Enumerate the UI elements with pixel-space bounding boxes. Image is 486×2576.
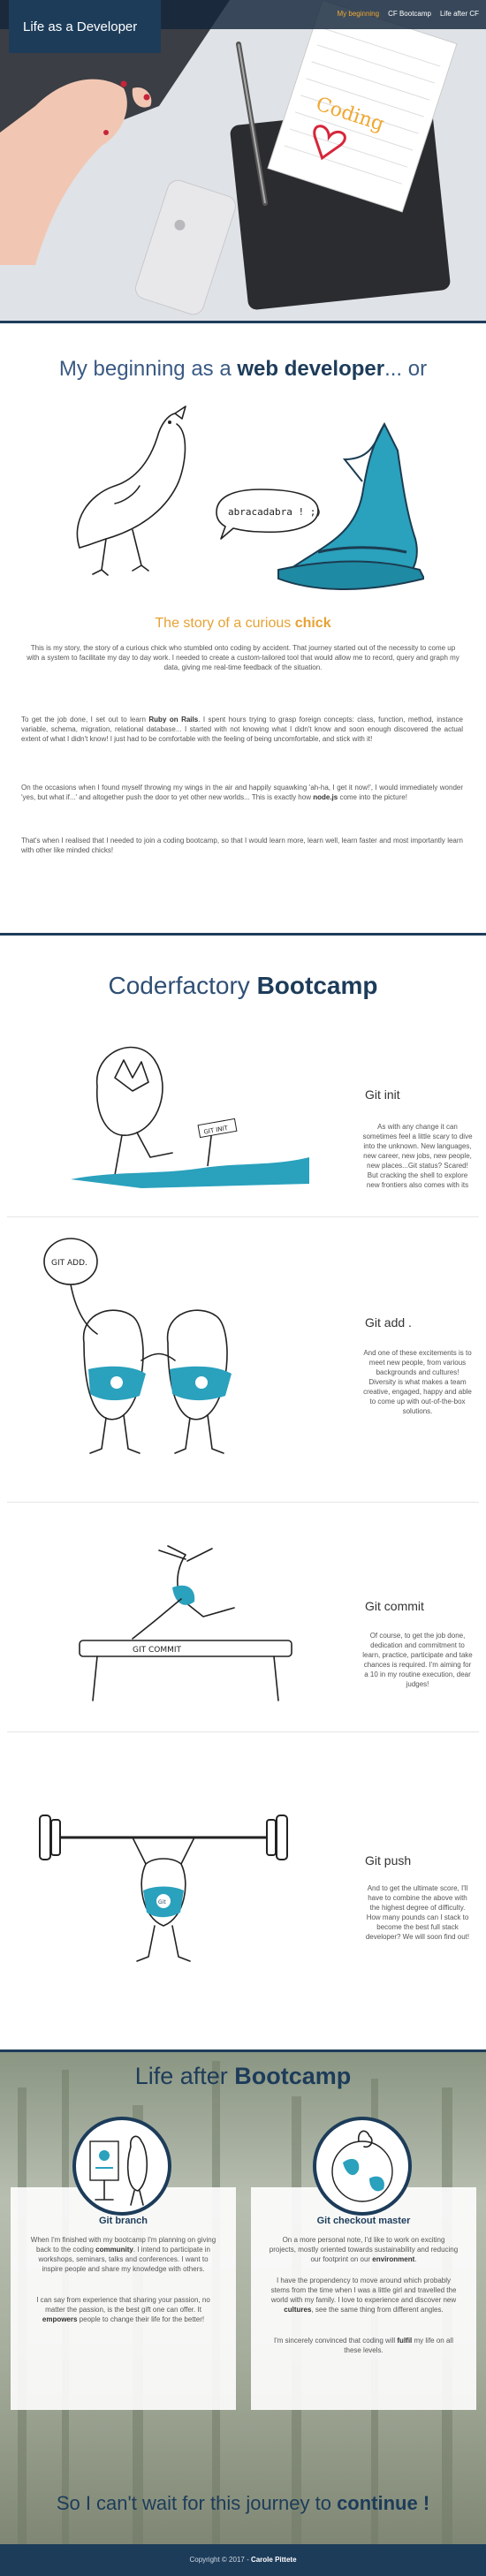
git-checkout-circle-illustration bbox=[313, 2117, 412, 2216]
top-navbar: Life as a Developer My beginning CF Boot… bbox=[0, 0, 486, 53]
bootcamp-title: Coderfactory Bootcamp bbox=[108, 972, 378, 999]
step-text-git-commit: Of course, to get the job done, dedicati… bbox=[362, 1632, 473, 1688]
intro-paragraph-3: On the occasions when I found myself thr… bbox=[21, 784, 463, 801]
intro-paragraph-2: To get the job done, I set out to learn … bbox=[21, 716, 464, 743]
git-push-badge: Git bbox=[158, 1899, 166, 1905]
section-separator bbox=[0, 933, 486, 936]
story-title: The story of a curious chick bbox=[155, 616, 331, 631]
nav-link-cf-bootcamp[interactable]: CF Bootcamp bbox=[388, 10, 431, 18]
git-init-illustration: GIT INIT bbox=[71, 1046, 309, 1188]
step-divider bbox=[7, 1731, 479, 1732]
card-git-checkout-paragraph-3: I'm sincerely convinced that coding will… bbox=[274, 2337, 453, 2354]
card-git-branch: Git branch When I'm finished with my boo… bbox=[11, 2187, 236, 2410]
git-add-illustration: GIT ADD. bbox=[43, 1238, 232, 1454]
card-git-branch-paragraph-2: I can say from experience that sharing y… bbox=[36, 2296, 210, 2323]
step-text-git-init: As with any change it can sometimes feel… bbox=[362, 1123, 473, 1189]
step-text-git-add: And one of these excitements is to meet … bbox=[363, 1349, 472, 1415]
globe-chick-illustration bbox=[331, 2130, 393, 2202]
nav-link-life-after-cf[interactable]: Life after CF bbox=[440, 10, 479, 18]
footer-author: Carole Pittete bbox=[250, 2556, 297, 2564]
page-footer: Copyright © 2017 - Carole Pittete bbox=[0, 2544, 486, 2576]
closing-line: So I can't wait for this journey to cont… bbox=[56, 2492, 430, 2514]
card-git-checkout-paragraph-1: On a more personal note, I'd like to wor… bbox=[269, 2236, 459, 2263]
step-title-git-add: Git add . bbox=[365, 1315, 412, 1330]
git-commit-illustration: GIT COMMIT bbox=[79, 1545, 292, 1701]
speaker-chick-illustration bbox=[89, 2135, 148, 2206]
step-title-git-push: Git push bbox=[365, 1853, 412, 1868]
intro-paragraph-4: That's when I realised that I needed to … bbox=[21, 837, 463, 854]
card-git-checkout-paragraph-2: I have the propendency to move around wh… bbox=[270, 2277, 457, 2314]
chick-wizard-illustration: abracadabra ! ;) bbox=[76, 405, 424, 590]
nav-links: My beginning CF Bootcamp Life after CF bbox=[337, 10, 479, 18]
step-divider bbox=[7, 1216, 479, 1217]
step-title-git-commit: Git commit bbox=[365, 1599, 424, 1613]
nav-link-my-beginning[interactable]: My beginning bbox=[337, 10, 379, 18]
card-git-branch-paragraph-1: When I'm finished with my bootcamp I'm p… bbox=[30, 2236, 216, 2273]
step-title-git-init: Git init bbox=[365, 1087, 400, 1102]
step-text-git-push: And to get the ultimate score, I'll have… bbox=[365, 1884, 470, 1941]
git-commit-beam-text: GIT COMMIT bbox=[133, 1646, 182, 1655]
life-after-title: Life after Bootcamp bbox=[134, 2063, 352, 2089]
card-title-git-branch: Git branch bbox=[98, 2216, 148, 2226]
git-push-illustration: Git bbox=[39, 1815, 288, 1962]
card-title-git-checkout-master: Git checkout master bbox=[316, 2216, 411, 2226]
intro-paragraph-1: This is my story, the story of a curious… bbox=[27, 644, 459, 671]
git-add-balloon-text: GIT ADD. bbox=[51, 1259, 87, 1268]
git-branch-circle-illustration bbox=[72, 2117, 171, 2216]
intro-title: My beginning as a web developer... or bbox=[58, 357, 428, 381]
card-git-checkout-master: Git checkout master On a more personal n… bbox=[251, 2187, 476, 2410]
step-divider bbox=[7, 1502, 479, 1503]
site-brand[interactable]: Life as a Developer bbox=[9, 0, 161, 53]
speech-bubble-text: abracadabra ! ;) bbox=[228, 506, 322, 518]
